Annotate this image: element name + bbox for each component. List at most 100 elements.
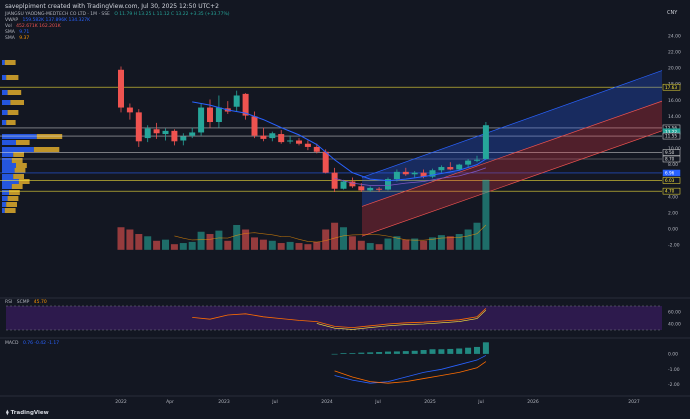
candle-body	[402, 171, 409, 175]
time-axis-tick: 2022	[115, 399, 127, 405]
volume-bar	[313, 241, 321, 250]
volume-profile-blue-bar	[2, 140, 16, 145]
candle-body	[135, 112, 142, 142]
candle-body	[189, 132, 196, 136]
volume-bar	[197, 231, 205, 250]
price-tag-label: 6.03	[665, 178, 675, 183]
candle-body	[411, 172, 418, 175]
candle-body	[447, 167, 454, 170]
candle-body	[233, 95, 240, 107]
price-tag-label: 4.70	[665, 189, 675, 194]
rsi-axis-tick: 60.00	[668, 310, 681, 316]
time-axis-tick: 2026	[527, 399, 539, 405]
volume-profile-yellow-bar	[6, 202, 17, 207]
volume-bar	[420, 240, 428, 250]
price-tag-label: 6.96	[665, 171, 675, 176]
macd-histogram-bar	[447, 348, 454, 354]
price-axis-tick: 0.00	[668, 226, 678, 232]
volume-profile-yellow-bar	[7, 90, 22, 95]
volume-profile-blue-bar	[2, 147, 34, 152]
volume-bar	[233, 224, 241, 250]
candle-body	[162, 130, 169, 135]
candle-body	[215, 107, 222, 123]
volume-profile-blue-bar	[2, 190, 9, 195]
candle-body	[153, 129, 160, 134]
volume-bar	[348, 236, 356, 250]
candle-body	[278, 134, 285, 143]
macd-histogram-bar	[438, 349, 445, 354]
chart-frame[interactable]: saveplpiment created with TradingView.co…	[0, 0, 690, 419]
tradingview-logo: ⧫ TradingView	[6, 410, 49, 416]
volume-profile-blue-bar	[2, 110, 8, 115]
macd-histogram-bar	[411, 350, 418, 354]
volume-bar	[268, 240, 276, 250]
price-axis-tick: 16.00	[668, 98, 681, 104]
candle-body	[322, 151, 329, 173]
time-axis-tick: 2025	[424, 399, 436, 405]
macd-axis-tick: 0.00	[668, 351, 678, 357]
volume-profile-yellow-bar	[7, 110, 19, 115]
candle-body	[207, 107, 213, 123]
price-axis-tick: 2.00	[668, 210, 678, 216]
candle-body	[126, 107, 133, 113]
volume-profile-yellow-bar	[36, 134, 63, 139]
volume-profile-blue-bar	[2, 174, 14, 179]
volume-bar	[286, 241, 294, 250]
volume-bar	[251, 237, 258, 250]
price-axis-tick: 22.00	[668, 50, 681, 56]
volume-profile-yellow-bar	[11, 184, 23, 189]
volume-bar	[473, 222, 481, 250]
macd-histogram-bar	[376, 352, 383, 354]
channel-mid-line	[361, 100, 663, 207]
candle-body	[144, 128, 151, 139]
price-tag-label: 11.55	[665, 134, 677, 139]
volume-profile-yellow-bar	[4, 60, 16, 65]
volume-bar	[375, 244, 383, 250]
volume-profile-blue-bar	[2, 134, 37, 139]
macd-histogram-bar	[393, 351, 400, 354]
volume-profile-yellow-bar	[7, 196, 19, 201]
candle-body	[198, 107, 205, 133]
time-axis-tick: 2023	[218, 399, 230, 405]
price-axis-tick: 4.00	[668, 194, 678, 200]
volume-profile-blue-bar	[2, 179, 19, 184]
macd-signal-line	[334, 361, 487, 384]
volume-profile-yellow-bar	[4, 208, 16, 213]
macd-histogram-bar	[349, 353, 356, 354]
volume-profile-blue-bar	[2, 208, 5, 213]
volume-profile-yellow-bar	[33, 147, 60, 152]
macd-histogram-bar	[429, 349, 436, 354]
candle-body	[118, 69, 124, 108]
volume-bar	[153, 240, 161, 250]
price-tag-label: 17.63	[665, 85, 677, 90]
volume-bar	[295, 243, 303, 250]
macd-histogram-bar	[456, 348, 463, 354]
time-axis-tick: 2027	[628, 399, 640, 405]
candle-body	[340, 181, 347, 189]
candle-body	[269, 133, 276, 139]
candle-body	[474, 159, 480, 161]
price-axis-tick: 14.00	[668, 114, 681, 120]
macd-histogram-bar	[367, 352, 374, 354]
candle-body	[180, 136, 187, 141]
candle-body	[465, 160, 472, 165]
volume-bar	[179, 243, 187, 250]
volume-bar	[144, 236, 152, 250]
candle-body	[304, 143, 311, 147]
candle-body	[251, 116, 258, 136]
volume-profile-blue-bar	[2, 163, 16, 168]
macd-histogram-bar	[385, 351, 391, 354]
price-tag-label: 9.50	[665, 150, 675, 155]
volume-profile-blue-bar	[2, 120, 7, 125]
candle-body	[296, 140, 302, 144]
time-axis-tick: Apr	[166, 399, 174, 405]
candle-body	[313, 146, 320, 152]
volume-bar	[135, 234, 143, 250]
macd-axis-tick: -2.00	[668, 382, 680, 388]
volume-profile-yellow-bar	[16, 140, 30, 145]
volume-profile-blue-bar	[2, 196, 8, 201]
candle-body	[482, 125, 489, 159]
price-chart-svg[interactable]: 24.0022.0020.0018.0016.0014.0012.0010.00…	[0, 0, 690, 419]
time-axis-tick: Jul	[477, 399, 483, 405]
volume-bar	[215, 230, 223, 250]
